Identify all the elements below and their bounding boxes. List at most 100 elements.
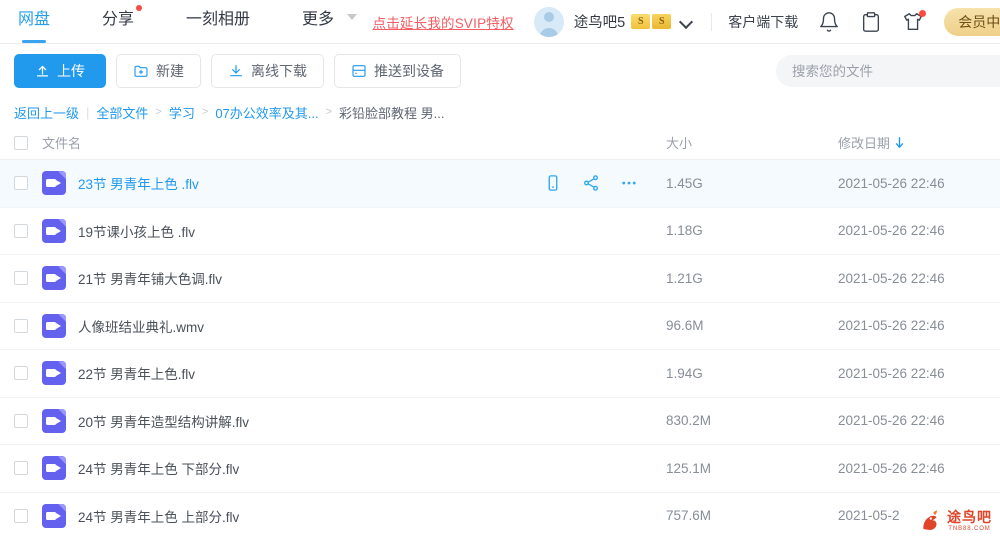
video-file-icon: [42, 408, 66, 433]
breadcrumb-divider: |: [86, 104, 90, 120]
nav-tab-more[interactable]: 更多: [302, 0, 357, 44]
file-size-cell: 1.94G: [666, 365, 703, 381]
row-select-cell: [14, 176, 42, 191]
row-checkbox[interactable]: [14, 271, 28, 286]
file-date-cell: 2021-05-26 22:46: [838, 413, 945, 429]
new-folder-button[interactable]: 新建: [116, 54, 201, 88]
more-icon[interactable]: [620, 174, 638, 192]
new-folder-icon: [134, 65, 148, 77]
column-header-size[interactable]: 大小: [666, 133, 838, 152]
table-row[interactable]: 24节 男青年上色 上部分.flv 757.6M 2021-05-2: [0, 493, 1000, 538]
file-name-cell: 24节 男青年上色 上部分.flv: [42, 503, 666, 528]
file-name-label[interactable]: 22节 男青年上色.flv: [78, 363, 195, 383]
file-name-label[interactable]: 24节 男青年上色 下部分.flv: [78, 458, 239, 478]
file-name-cell: 20节 男青年造型结构讲解.flv: [42, 408, 666, 433]
share-icon[interactable]: [582, 174, 600, 192]
row-select-cell: [14, 366, 42, 381]
file-name-cell: 21节 男青年铺大色调.flv: [42, 266, 666, 291]
notification-dot-icon: [136, 4, 143, 11]
avatar[interactable]: [533, 6, 564, 37]
table-body: 23节 男青年上色 .flv 1.45G 2021-05-26 22:46 19节课小…: [0, 160, 1000, 538]
table-row[interactable]: 人像班结业典礼.wmv 96.6M 2021-05-26 22:46: [0, 303, 1000, 350]
bell-icon[interactable]: [818, 11, 840, 33]
file-date-cell: 2021-05-26 22:46: [838, 175, 945, 191]
row-checkbox[interactable]: [14, 176, 28, 191]
svip-extend-link[interactable]: 点击延长我的SVIP特权: [373, 12, 514, 32]
breadcrumb-item-office[interactable]: 07办公效率及其...: [215, 103, 318, 122]
column-header-name[interactable]: 文件名: [42, 133, 666, 152]
username-label: 途鸟吧5: [573, 15, 626, 31]
client-download-link[interactable]: 客户端下载: [728, 12, 798, 32]
nav-tab-share[interactable]: 分享: [102, 0, 143, 44]
row-checkbox[interactable]: [14, 461, 28, 476]
table-row[interactable]: 21节 男青年铺大色调.flv 1.21G 2021-05-26 22:46: [0, 255, 1000, 303]
row-select-cell: [14, 508, 42, 523]
clipboard-icon[interactable]: [860, 11, 882, 33]
video-file-icon: [42, 456, 66, 481]
nav-tab-label: 网盘: [18, 10, 51, 28]
file-name-cell: 24节 男青年上色 下部分.flv: [42, 456, 666, 481]
file-name-label[interactable]: 20节 男青年造型结构讲解.flv: [78, 411, 249, 431]
nav-tabs: 网盘 分享 一刻相册 更多: [18, 0, 373, 44]
nav-tab-label: 更多: [302, 10, 335, 28]
file-date-cell: 2021-05-26 22:46: [838, 460, 945, 476]
table-row[interactable]: 20节 男青年造型结构讲解.flv 830.2M 2021-05-26 22:46: [0, 398, 1000, 445]
user-menu-chevron-down-icon[interactable]: [681, 16, 693, 28]
column-header-size-label: 大小: [666, 136, 693, 151]
video-file-icon: [42, 171, 66, 196]
row-select-cell: [14, 413, 42, 428]
file-table: 文件名 大小 修改日期 23节 男青年上色 .flv 1.45G 2021-05-2…: [0, 126, 1000, 538]
row-checkbox[interactable]: [14, 508, 28, 523]
chevron-down-icon: [346, 14, 357, 21]
file-size-cell: 1.21G: [666, 270, 703, 286]
file-size-cell: 830.2M: [666, 413, 712, 429]
file-name-label[interactable]: 人像班结业典礼.wmv: [78, 316, 204, 336]
table-row[interactable]: 22节 男青年上色.flv 1.94G 2021-05-26 22:46: [0, 350, 1000, 398]
file-name-label[interactable]: 24节 男青年上色 上部分.flv: [78, 506, 239, 526]
file-size-cell: 125.1M: [666, 460, 712, 476]
file-name-cell: 人像班结业典礼.wmv: [42, 313, 666, 338]
row-checkbox[interactable]: [14, 413, 28, 428]
breadcrumb-separator: >: [201, 106, 209, 118]
download-icon: [230, 65, 242, 77]
nav-divider: [711, 12, 713, 31]
upload-button[interactable]: 上传: [14, 54, 106, 88]
row-checkbox[interactable]: [14, 366, 28, 381]
push-to-device-label: 推送到设备: [374, 63, 444, 79]
file-name-label[interactable]: 21节 男青年铺大色调.flv: [78, 268, 222, 288]
file-date-cell: 2021-05-2: [838, 508, 900, 524]
search-container: [776, 55, 1000, 87]
breadcrumb-back-link[interactable]: 返回上一级: [14, 103, 79, 122]
column-header-name-label: 文件名: [42, 136, 82, 151]
file-date-cell: 2021-05-26 22:46: [838, 270, 945, 286]
offline-download-button[interactable]: 离线下载: [211, 54, 324, 88]
file-name-label[interactable]: 23节 男青年上色 .flv: [78, 173, 199, 193]
table-row[interactable]: 19节课小孩上色 .flv 1.18G 2021-05-26 22:46: [0, 208, 1000, 255]
breadcrumb-item-all-files[interactable]: 全部文件: [96, 103, 148, 122]
nav-tab-wangpan[interactable]: 网盘: [18, 0, 50, 44]
vip-center-button[interactable]: 会员中心: [944, 7, 1000, 36]
svip-badge-2: S: [652, 14, 672, 29]
breadcrumb-item-study[interactable]: 学习: [169, 103, 195, 122]
table-row[interactable]: 24节 男青年上色 下部分.flv 125.1M 2021-05-26 22:46: [0, 445, 1000, 493]
row-checkbox[interactable]: [14, 318, 28, 333]
search-input[interactable]: [776, 55, 1000, 87]
file-date-cell: 2021-05-26 22:46: [838, 318, 945, 334]
device-icon[interactable]: [544, 174, 562, 192]
nav-tab-album[interactable]: 一刻相册: [186, 0, 250, 44]
row-checkbox[interactable]: [14, 223, 28, 238]
column-header-date[interactable]: 修改日期: [838, 133, 986, 152]
video-file-icon: [42, 361, 66, 386]
breadcrumb-item-current: 彩铅脸部教程 男...: [339, 105, 445, 121]
file-name-label[interactable]: 19节课小孩上色 .flv: [78, 221, 195, 241]
row-action-group: [544, 174, 666, 192]
push-to-device-button[interactable]: 推送到设备: [334, 54, 461, 88]
tshirt-icon[interactable]: [902, 9, 927, 33]
select-all-checkbox[interactable]: [14, 135, 28, 150]
tshirt-badge-dot-icon: [919, 9, 927, 17]
video-file-icon: [42, 266, 66, 291]
table-row[interactable]: 23节 男青年上色 .flv 1.45G 2021-05-26 22:46: [0, 160, 1000, 208]
new-folder-label: 新建: [156, 63, 184, 79]
sort-descending-icon: [895, 136, 904, 148]
device-push-icon: [352, 65, 366, 77]
